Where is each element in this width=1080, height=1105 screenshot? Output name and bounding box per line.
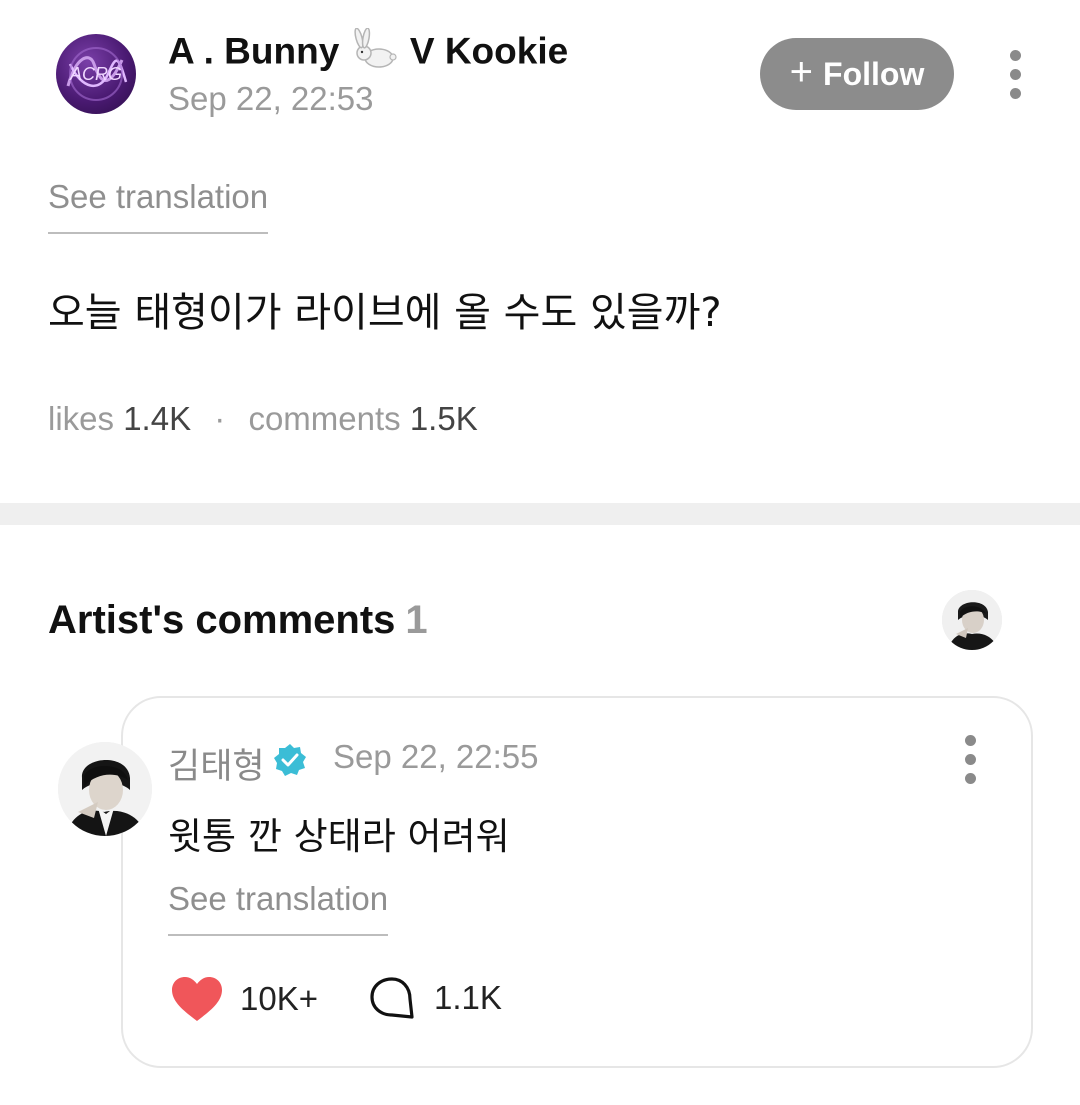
see-translation-link[interactable]: See translation bbox=[48, 178, 269, 234]
comments-label: comments bbox=[248, 400, 401, 437]
speech-bubble-icon bbox=[370, 977, 414, 1019]
commenter-portrait-icon bbox=[58, 742, 152, 836]
comment-reply-button[interactable]: 1.1K bbox=[368, 975, 502, 1021]
follow-button[interactable]: + Follow bbox=[760, 38, 954, 110]
author-name-prefix: A . Bunny bbox=[168, 30, 340, 72]
section-divider bbox=[0, 503, 1080, 525]
artist-comments-count: 1 bbox=[405, 598, 428, 642]
author-name[interactable]: A . Bunny V Kookie bbox=[168, 27, 569, 79]
comments-count[interactable]: 1.5K bbox=[410, 400, 478, 437]
commenter-name[interactable]: 김태형 bbox=[168, 738, 265, 789]
verified-badge-icon bbox=[272, 742, 308, 778]
comment-like-button[interactable]: 10K+ bbox=[170, 975, 318, 1023]
likes-label: likes bbox=[48, 400, 115, 437]
author-name-suffix: V Kookie bbox=[409, 30, 569, 72]
comment-text: 윗통 깐 상태라 어려워 bbox=[168, 815, 510, 858]
artist-portrait-icon bbox=[942, 590, 1002, 650]
artist-comments-heading: Artist's comments 1 bbox=[48, 598, 428, 643]
rabbit-icon bbox=[352, 27, 398, 79]
likes-count[interactable]: 1.4K bbox=[123, 400, 191, 437]
post-body-text: 오늘 태형이가 라이브에 올 수도 있을까? bbox=[48, 290, 722, 336]
acrg-logo-icon: ACRG bbox=[66, 47, 128, 101]
comment-reply-count: 1.1K bbox=[434, 979, 502, 1016]
comment-like-count: 10K+ bbox=[240, 980, 318, 1017]
heart-icon bbox=[172, 977, 222, 1021]
artist-avatar-small[interactable] bbox=[942, 590, 1002, 650]
post-stats: likes 1.4K · comments 1.5K bbox=[48, 400, 478, 438]
comment-see-translation-link[interactable]: See translation bbox=[168, 880, 389, 936]
svg-text:ACRG: ACRG bbox=[69, 64, 122, 84]
comment-timestamp: Sep 22, 22:55 bbox=[333, 738, 539, 775]
post-header: ACRG A . Bunny V Kookie Sep 22, 22:53 + … bbox=[0, 0, 1080, 150]
post-timestamp: Sep 22, 22:53 bbox=[168, 80, 374, 117]
more-options-icon[interactable] bbox=[1000, 50, 1034, 100]
author-avatar[interactable]: ACRG bbox=[56, 34, 136, 114]
artist-comments-title: Artist's comments bbox=[48, 598, 396, 642]
stats-separator: · bbox=[214, 400, 226, 437]
plus-icon: + bbox=[789, 50, 814, 94]
commenter-avatar[interactable] bbox=[58, 742, 152, 836]
follow-label: Follow bbox=[823, 55, 925, 92]
comment-more-options-icon[interactable] bbox=[955, 735, 989, 785]
